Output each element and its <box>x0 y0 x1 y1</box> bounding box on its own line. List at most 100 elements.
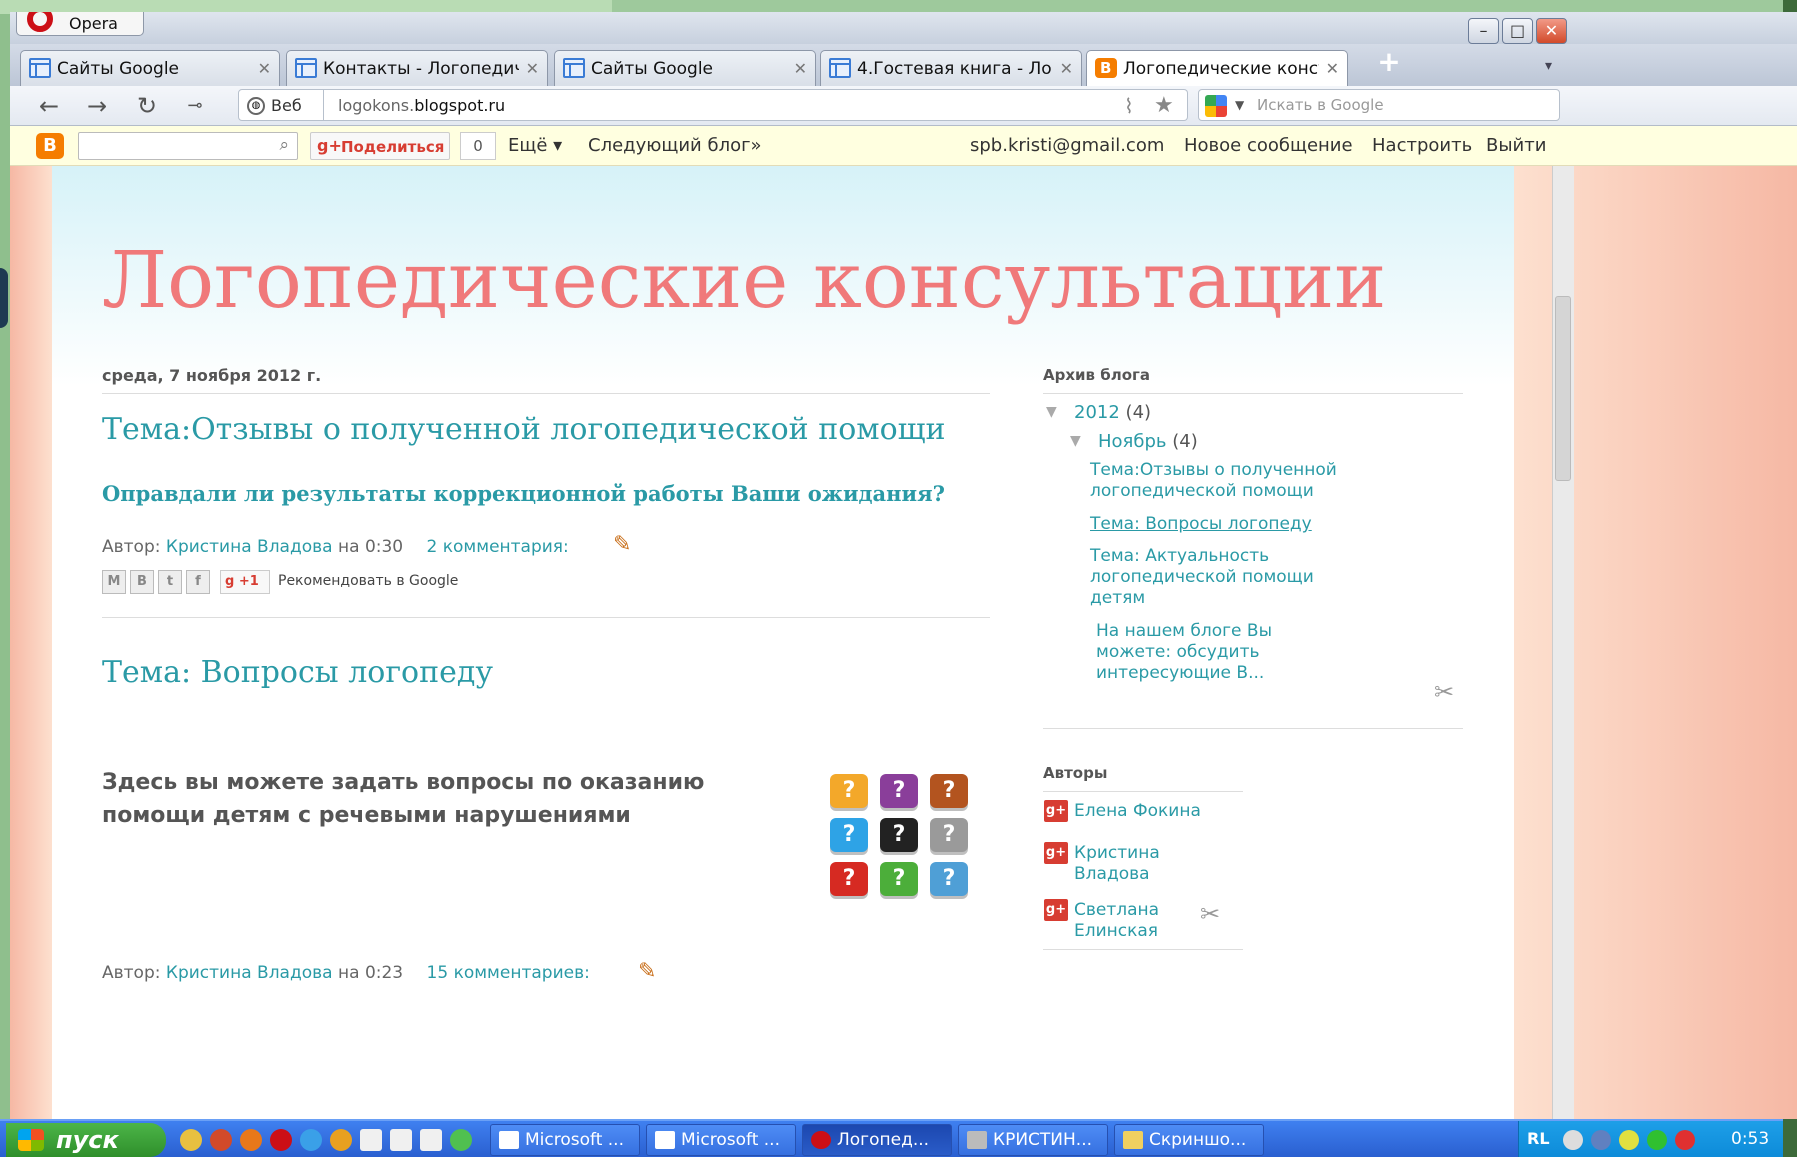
word-icon[interactable] <box>420 1129 442 1151</box>
comments-link[interactable]: 15 комментариев: <box>427 963 590 983</box>
google-sites-icon <box>29 58 51 78</box>
search-placeholder: Искать в Google <box>1257 96 1384 114</box>
search-icon[interactable]: ⌕ <box>279 135 289 155</box>
tab-contacts[interactable]: Контакты - Логопедич... ✕ <box>286 50 548 86</box>
tab-list-chevron-icon[interactable]: ▾ <box>1545 58 1552 74</box>
vertical-scrollbar[interactable] <box>1552 166 1574 1119</box>
archive-post-link[interactable]: Тема: Актуальность логопедической помощи… <box>1090 546 1360 609</box>
key-icon[interactable]: ⊸ <box>178 90 212 122</box>
tab-logoped-active[interactable]: Логопедические консу... ✕ <box>1086 50 1348 86</box>
opera-quicklaunch-icon[interactable] <box>270 1129 292 1151</box>
tab-label: Контакты - Логопедич... <box>323 59 519 79</box>
reload-icon[interactable]: ↻ <box>130 90 164 122</box>
taskbar-item-opera[interactable]: Логопед... <box>802 1124 952 1156</box>
web-badge[interactable]: ◍ Веб <box>238 89 324 121</box>
google-plus-profile-icon: g+ <box>1044 842 1068 864</box>
collapse-triangle-icon[interactable]: ▼ <box>1046 404 1057 420</box>
new-post-link[interactable]: Новое сообщение <box>1184 135 1353 156</box>
start-button[interactable]: пуск <box>6 1123 166 1157</box>
maximize-button[interactable]: □ <box>1502 18 1533 44</box>
paint-icon[interactable] <box>360 1129 382 1151</box>
blog-this-icon[interactable]: B <box>130 570 154 594</box>
post-date: среда, 7 ноября 2012 г. <box>102 366 322 385</box>
account-email[interactable]: spb.kristi@gmail.com <box>970 135 1164 156</box>
address-field[interactable]: logokons.blogspot.ru ⌇ ★ <box>324 89 1188 121</box>
close-tab-icon[interactable]: ✕ <box>1060 59 1073 78</box>
taskbar-item-ms2[interactable]: Microsoft ... <box>646 1124 796 1156</box>
new-tab-button[interactable]: + <box>1374 48 1404 78</box>
ie-icon[interactable] <box>300 1129 322 1151</box>
media-player-icon[interactable] <box>330 1129 352 1151</box>
tab-guestbook[interactable]: 4.Гостевая книга - Лог... ✕ <box>820 50 1082 86</box>
collapse-triangle-icon[interactable]: ▼ <box>1070 433 1081 449</box>
author-link-vladova[interactable]: Кристина Владова <box>1074 843 1174 885</box>
network-icon[interactable] <box>1591 1130 1611 1150</box>
close-tab-icon[interactable]: ✕ <box>258 59 271 78</box>
google-sites-icon <box>295 58 317 78</box>
archive-month[interactable]: Ноябрь (4) <box>1098 431 1198 452</box>
tray-green-icon[interactable] <box>1647 1130 1667 1150</box>
post-time[interactable]: 0:23 <box>365 963 403 983</box>
tray-red-icon[interactable] <box>1675 1130 1695 1150</box>
opera-icon <box>811 1131 831 1149</box>
author-link[interactable]: Кристина Владова <box>166 537 333 557</box>
firefox-icon[interactable] <box>240 1129 262 1151</box>
engine-dropdown-icon[interactable]: ▼ <box>1235 98 1244 112</box>
quicklaunch-icon[interactable] <box>180 1129 202 1151</box>
post-1-title[interactable]: Тема:Отзывы о полученной логопедической … <box>102 412 946 447</box>
archive-post-link[interactable]: На нашем блоге Вы можете: обсудить интер… <box>1096 621 1316 684</box>
email-share-icon[interactable]: M <box>102 570 126 594</box>
language-indicator[interactable]: RL <box>1527 1129 1550 1148</box>
scrollbar-thumb[interactable] <box>1555 296 1571 481</box>
tab-sites-google-1[interactable]: Сайты Google ✕ <box>20 50 280 86</box>
edit-gadget-icon[interactable]: ✂ <box>1434 678 1454 706</box>
tray-star-icon[interactable] <box>1619 1130 1639 1150</box>
powerpoint-icon <box>655 1131 675 1149</box>
plus-one-button[interactable]: g +1 <box>220 570 270 594</box>
comments-link[interactable]: 2 комментария: <box>427 537 569 557</box>
edit-pencil-icon[interactable]: ✎ <box>638 959 656 984</box>
excel-icon[interactable] <box>390 1129 412 1151</box>
author-link-fokina[interactable]: Елена Фокина <box>1074 801 1244 822</box>
chrome-icon[interactable] <box>210 1129 232 1151</box>
taskbar-item-kristin[interactable]: КРИСТИН... <box>958 1124 1108 1156</box>
post-time[interactable]: 0:30 <box>365 537 403 557</box>
back-arrow-icon[interactable]: ← <box>32 90 66 122</box>
taskbar-item-ms1[interactable]: Microsoft ... <box>490 1124 640 1156</box>
more-menu[interactable]: Ещё ▾ <box>508 135 562 156</box>
close-window-button[interactable]: ✕ <box>1536 18 1567 44</box>
edit-pencil-icon[interactable]: ✎ <box>613 532 631 557</box>
blogger-logo-icon[interactable]: B <box>36 133 64 159</box>
edit-gadget-icon[interactable]: ✂ <box>1200 900 1220 928</box>
tab-sites-google-2[interactable]: Сайты Google ✕ <box>554 50 816 86</box>
tab-label: Сайты Google <box>591 59 714 79</box>
close-tab-icon[interactable]: ✕ <box>1326 59 1339 78</box>
taskbar-item-screenshots[interactable]: Скриншо... <box>1114 1124 1264 1156</box>
blog-search-input[interactable]: ⌕ <box>78 132 298 160</box>
author-link-elinskaya[interactable]: Светлана Елинская <box>1074 900 1174 942</box>
archive-post-link[interactable]: Тема: Вопросы логопеду <box>1090 514 1360 535</box>
post-2-title[interactable]: Тема: Вопросы логопеду <box>102 655 493 690</box>
opera-menu-button[interactable]: Opera <box>16 12 144 36</box>
facebook-share-icon[interactable]: f <box>186 570 210 594</box>
bookmark-star-icon[interactable]: ★ <box>1154 93 1174 118</box>
clock[interactable]: 0:53 <box>1731 1129 1769 1149</box>
minimize-button[interactable]: – <box>1468 18 1499 44</box>
rss-icon[interactable]: ⌇ <box>1124 94 1134 118</box>
skype-icon[interactable] <box>450 1129 472 1151</box>
close-tab-icon[interactable]: ✕ <box>794 59 807 78</box>
blog-title[interactable]: Логопедические консультации <box>102 236 1386 326</box>
archive-post-link[interactable]: Тема:Отзывы о полученной логопедической … <box>1090 460 1360 502</box>
author-link[interactable]: Кристина Владова <box>166 963 333 983</box>
customize-link[interactable]: Настроить <box>1372 135 1472 156</box>
close-tab-icon[interactable]: ✕ <box>526 59 539 78</box>
share-button[interactable]: g+ Поделиться <box>310 132 450 160</box>
next-blog-link[interactable]: Следующий блог» <box>588 135 762 156</box>
google-search-field[interactable]: ▼ Искать в Google <box>1198 89 1560 121</box>
archive-year[interactable]: 2012 (4) <box>1074 402 1151 423</box>
tray-icon[interactable] <box>1563 1130 1583 1150</box>
forward-arrow-icon[interactable]: → <box>80 90 114 122</box>
logout-link[interactable]: Выйти <box>1486 135 1546 156</box>
google-search-engine-icon[interactable] <box>1205 95 1227 117</box>
twitter-share-icon[interactable]: t <box>158 570 182 594</box>
